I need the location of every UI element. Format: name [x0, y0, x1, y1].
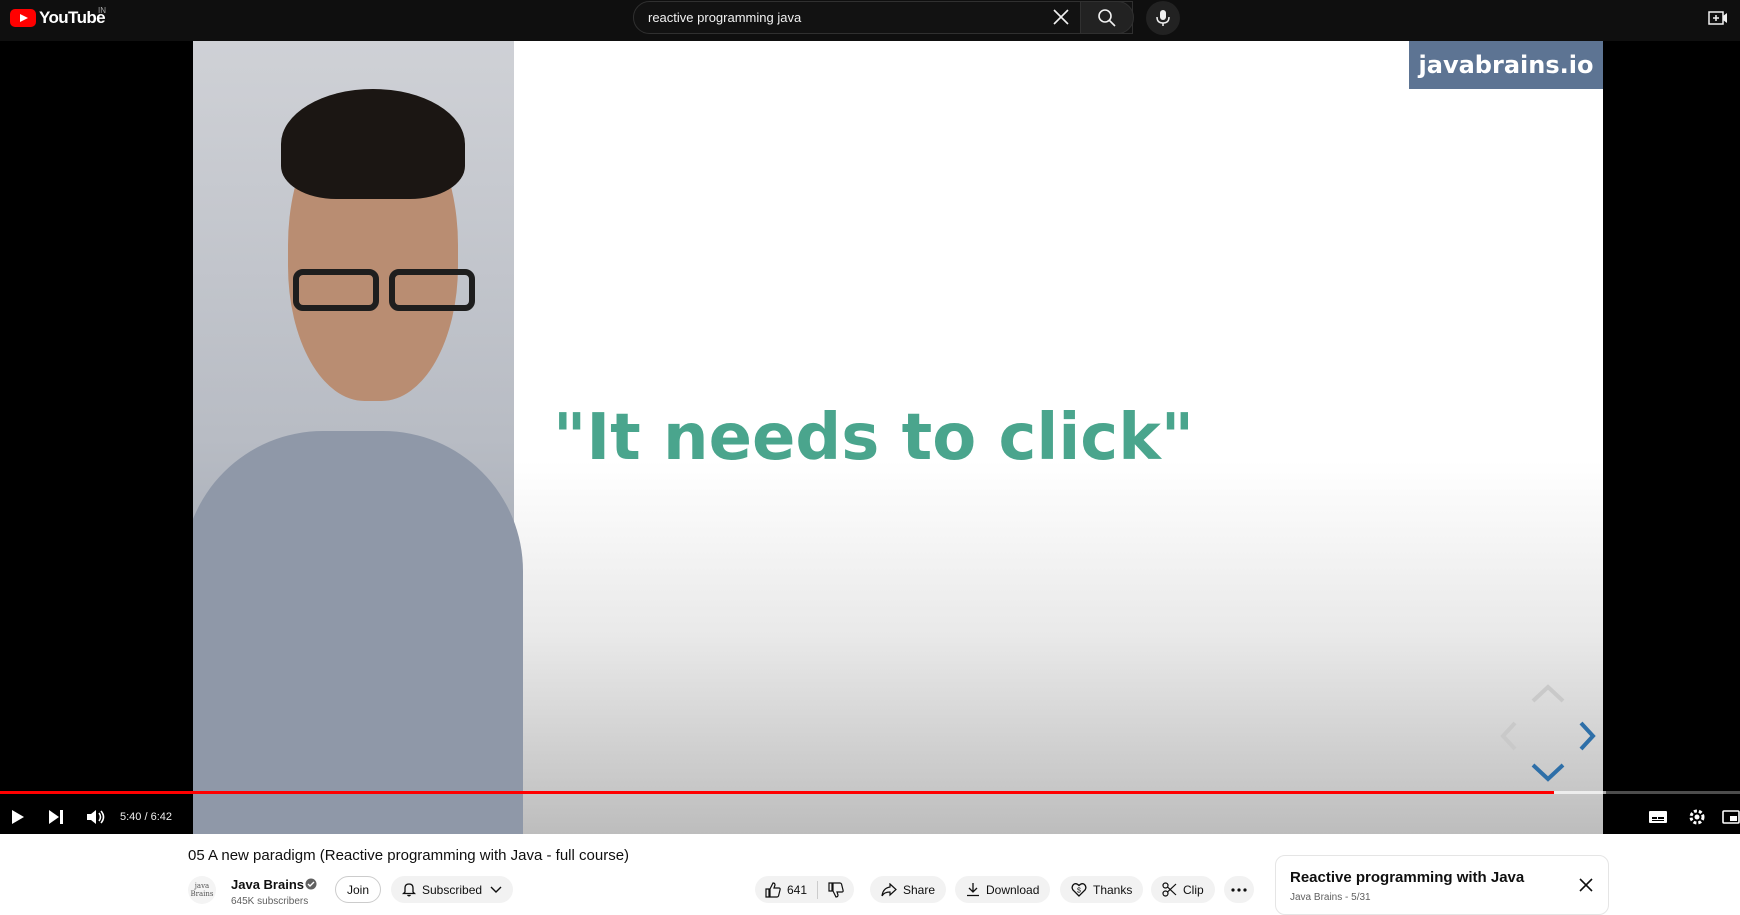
scissors-icon — [1162, 882, 1177, 897]
video-player[interactable]: "It needs to click" javabrains.io 5:40 /… — [0, 41, 1740, 834]
video-title: 05 A new paradigm (Reactive programming … — [188, 847, 630, 864]
chevron-down-icon — [490, 886, 502, 893]
channel-name[interactable]: Java Brains — [231, 877, 304, 892]
miniplayer-icon — [1722, 810, 1740, 824]
video-frame[interactable]: "It needs to click" javabrains.io — [193, 41, 1603, 834]
slide-heading: "It needs to click" — [553, 401, 1195, 475]
time-display: 5:40 / 6:42 — [120, 811, 172, 823]
play-icon — [12, 810, 24, 824]
join-button[interactable]: Join — [335, 876, 382, 903]
playlist-panel: Reactive programming with Java Java Brai… — [1275, 855, 1609, 915]
close-playlist-button[interactable] — [1576, 875, 1596, 895]
search-icon — [1098, 8, 1116, 27]
microphone-icon — [1156, 10, 1170, 26]
volume-icon — [87, 810, 105, 824]
clear-search-icon[interactable] — [1050, 6, 1072, 28]
thumbs-up-icon — [765, 881, 781, 898]
verified-badge-icon — [305, 878, 317, 890]
next-button[interactable] — [44, 805, 68, 829]
youtube-logo[interactable]: YouTube IN — [10, 6, 106, 28]
logo-text: YouTube — [39, 8, 106, 27]
masthead: YouTube IN reactive programming java — [0, 0, 1740, 41]
played-bar — [0, 791, 1554, 794]
share-label: Share — [903, 882, 936, 897]
create-button[interactable] — [1706, 6, 1730, 30]
search-input[interactable]: reactive programming java — [648, 10, 801, 25]
country-code: IN — [98, 6, 106, 15]
thanks-label: Thanks — [1093, 882, 1133, 897]
more-actions-button[interactable] — [1224, 876, 1254, 903]
player-controls: 5:40 / 6:42 — [0, 799, 1740, 834]
clip-label: Clip — [1183, 882, 1204, 897]
settings-button[interactable] — [1685, 805, 1709, 829]
volume-button[interactable] — [84, 805, 108, 829]
join-label: Join — [347, 882, 370, 897]
close-icon — [1579, 878, 1593, 892]
youtube-play-icon — [10, 9, 36, 27]
voice-search-button[interactable] — [1146, 1, 1180, 35]
playlist-title[interactable]: Reactive programming with Java — [1290, 869, 1524, 886]
subscribed-button[interactable]: Subscribed — [391, 876, 514, 903]
thanks-button[interactable]: $ Thanks — [1060, 876, 1144, 903]
playlist-subtitle: Java Brains - 5/31 — [1290, 892, 1371, 903]
share-button[interactable]: Share — [870, 876, 947, 903]
gear-icon — [1689, 809, 1705, 825]
presenter-webcam — [193, 41, 523, 834]
download-label: Download — [986, 882, 1040, 897]
presenter-glasses — [293, 269, 501, 315]
presenter-hair — [281, 89, 465, 199]
subscribed-label: Subscribed — [422, 882, 483, 897]
subscriber-count: 645K subscribers — [231, 896, 309, 907]
progress-bar[interactable] — [0, 791, 1740, 794]
share-icon — [881, 882, 897, 896]
download-icon — [967, 883, 979, 897]
like-button[interactable]: 641 — [755, 876, 817, 903]
watermark: javabrains.io — [1409, 41, 1603, 89]
channel-avatar[interactable]: java Brains — [188, 876, 216, 904]
subtitles-button[interactable] — [1646, 805, 1670, 829]
more-horizontal-icon — [1231, 887, 1247, 892]
download-button[interactable]: Download — [955, 876, 1051, 903]
create-video-icon — [1708, 11, 1727, 25]
svg-text:$: $ — [1077, 888, 1081, 895]
like-dislike-group: 641 — [755, 876, 855, 903]
like-count: 641 — [787, 882, 808, 897]
slide-navigation-icon — [1500, 684, 1596, 782]
subtitles-icon — [1649, 811, 1667, 823]
dislike-button[interactable] — [818, 876, 854, 903]
play-button[interactable] — [6, 805, 30, 829]
miniplayer-button[interactable] — [1722, 805, 1740, 829]
presenter-body — [193, 431, 523, 834]
next-icon — [49, 810, 63, 824]
search-button[interactable] — [1080, 1, 1134, 34]
thanks-heart-icon: $ — [1071, 883, 1087, 897]
bell-icon — [402, 883, 416, 897]
clip-button[interactable]: Clip — [1151, 876, 1215, 903]
thumbs-down-icon — [828, 881, 844, 898]
